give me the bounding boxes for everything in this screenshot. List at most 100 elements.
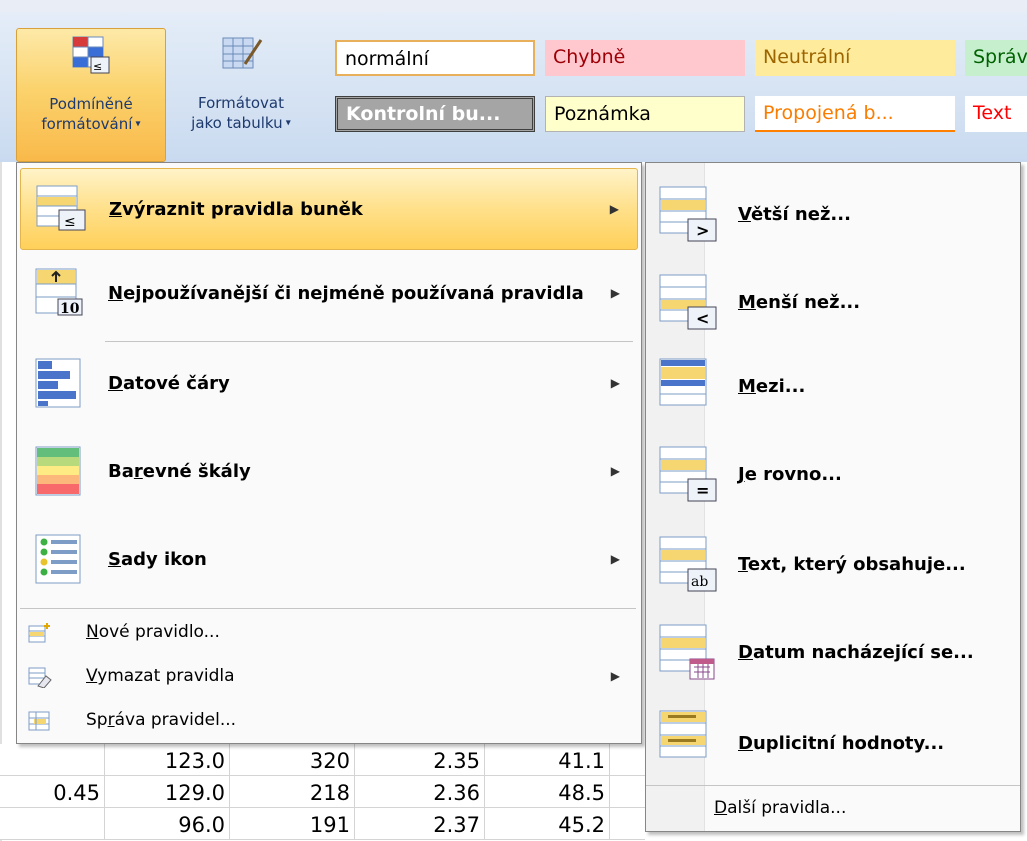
table-cell: 41.1: [485, 744, 610, 775]
menu-separator: [20, 608, 636, 609]
top-bottom-rules-label: Nejpoužívanější či nejméně používaná pra…: [108, 283, 584, 304]
table-cell: 320: [230, 744, 355, 775]
greater-than-icon: >: [659, 186, 717, 242]
menu-item-new-rule[interactable]: Nové pravidlo...: [20, 615, 638, 651]
svg-text:≤: ≤: [64, 214, 76, 230]
submenu-item-text-contains[interactable]: ab Text, který obsahuje...: [646, 521, 1020, 607]
submenu-item-more-rules[interactable]: Další pravidla...: [646, 791, 1020, 827]
highlight-cells-rules-icon: ≤: [36, 185, 86, 231]
submenu-arrow-icon: ▶: [610, 464, 620, 478]
style-note[interactable]: Poznámka: [545, 96, 745, 132]
date-occurring-label: Datum nacházející se...: [738, 642, 974, 663]
style-normal[interactable]: normální: [335, 40, 535, 76]
table-cell: 218: [230, 776, 355, 807]
equal-to-icon: =: [659, 446, 717, 502]
conditional-formatting-label-1: Podmíněné: [49, 95, 133, 113]
svg-text:<: <: [696, 309, 709, 328]
style-linked-cell[interactable]: Propojená b...: [755, 96, 955, 132]
style-good-label: Správ: [973, 46, 1027, 68]
menu-item-top-bottom-rules[interactable]: 10 Nejpoužívanější či nejméně používaná …: [20, 255, 638, 337]
submenu-arrow-icon: ▶: [610, 286, 620, 300]
format-as-table-label-1: Formátovat: [198, 94, 284, 112]
table-cell: [0, 808, 105, 839]
table-cell: 96.0: [105, 808, 230, 839]
highlight-cells-rules-label: Zvýraznit pravidla buněk: [109, 199, 363, 220]
greater-than-label: Větší než...: [738, 204, 851, 225]
table-row: 0.45 129.0 218 2.36 48.5: [0, 776, 645, 808]
style-linked-cell-label: Propojená b...: [763, 102, 894, 124]
calendar-icon: [659, 624, 715, 680]
style-warning-text[interactable]: Text: [965, 96, 1027, 132]
equal-to-label: Je rovno...: [738, 464, 842, 485]
style-good[interactable]: Správ: [965, 40, 1027, 76]
table-cell: 0.45: [0, 776, 105, 807]
menu-item-highlight-cells-rules[interactable]: ≤ Zvýraznit pravidla buněk ▶: [20, 168, 638, 250]
new-rule-icon: [28, 623, 50, 643]
highlight-cells-rules-submenu: > Větší než... < Menší než... Mezi... = …: [645, 162, 1021, 832]
menu-item-data-bars[interactable]: Datové čáry ▶: [20, 345, 638, 427]
format-as-table-icon: [222, 37, 263, 69]
style-bad[interactable]: Chybně: [545, 40, 745, 76]
style-bad-label: Chybně: [553, 46, 626, 68]
svg-text:ab: ab: [691, 574, 708, 590]
svg-text:≤: ≤: [93, 60, 102, 73]
format-as-table-label-2-row: jako tabulku ▾: [167, 113, 315, 134]
data-bars-icon: [35, 358, 81, 408]
between-icon: [659, 358, 707, 406]
dropdown-arrow-icon: ▾: [132, 118, 141, 130]
submenu-item-equal-to[interactable]: = Je rovno...: [646, 431, 1020, 517]
menu-item-icon-sets[interactable]: Sady ikon ▶: [20, 521, 638, 603]
conditional-formatting-button[interactable]: ≤ Podmíněné formátování ▾: [16, 28, 166, 162]
submenu-separator: [646, 785, 1020, 786]
duplicate-values-icon: [659, 710, 707, 758]
icon-sets-icon: [35, 534, 81, 584]
menu-item-clear-rules[interactable]: Vymazat pravidla ▶: [20, 659, 638, 695]
style-warning-text-label: Text: [973, 102, 1012, 124]
ribbon-styles-group: ≤ Podmíněné formátování ▾ Formátovat jak…: [0, 12, 1027, 162]
style-neutral[interactable]: Neutrální: [755, 40, 955, 76]
table-cell: 2.35: [355, 744, 485, 775]
style-check-cell[interactable]: Kontrolní bu...: [335, 96, 535, 132]
duplicate-values-label: Duplicitní hodnoty...: [738, 733, 945, 754]
eraser-icon: [28, 667, 52, 688]
top-bottom-rules-icon: 10: [35, 268, 83, 317]
submenu-item-duplicate-values[interactable]: Duplicitní hodnoty...: [646, 699, 1020, 785]
format-as-table-button[interactable]: Formátovat jako tabulku ▾: [167, 28, 315, 160]
conditional-formatting-menu: ≤ Zvýraznit pravidla buněk ▶ 10 Nejpouží…: [16, 162, 642, 744]
menu-item-manage-rules[interactable]: Správa pravidel...: [20, 703, 638, 739]
new-rule-label: Nové pravidlo...: [86, 622, 220, 642]
manage-rules-label: Správa pravidel...: [86, 710, 237, 730]
table-cell: 123.0: [105, 744, 230, 775]
table-cell: 45.2: [485, 808, 610, 839]
submenu-item-date-occurring[interactable]: Datum nacházející se...: [646, 609, 1020, 695]
table-cell: 129.0: [105, 776, 230, 807]
submenu-arrow-icon: ▶: [610, 552, 620, 566]
icon-sets-label: Sady ikon: [108, 549, 207, 570]
svg-text:10: 10: [60, 301, 80, 317]
submenu-arrow-icon: ▶: [609, 202, 619, 216]
table-cell: 2.37: [355, 808, 485, 839]
submenu-item-between[interactable]: Mezi...: [646, 343, 1020, 429]
style-note-label: Poznámka: [554, 103, 651, 125]
between-label: Mezi...: [738, 376, 806, 397]
text-contains-label: Text, který obsahuje...: [738, 554, 966, 575]
table-row: 96.0 191 2.37 45.2: [0, 808, 645, 840]
menu-item-color-scales[interactable]: Barevné škály ▶: [20, 433, 638, 515]
submenu-item-less-than[interactable]: < Menší než...: [646, 259, 1020, 345]
submenu-arrow-icon: ▶: [610, 669, 620, 683]
color-scales-label: Barevné škály: [108, 461, 251, 482]
format-as-table-label-2: jako tabulku: [191, 114, 283, 132]
conditional-formatting-label-2-row: formátování ▾: [17, 114, 165, 135]
menu-separator: [105, 341, 633, 342]
text-contains-icon: ab: [659, 536, 717, 592]
more-rules-label: Další pravidla...: [714, 798, 847, 818]
submenu-item-greater-than[interactable]: > Větší než...: [646, 171, 1020, 257]
svg-text:=: =: [696, 481, 709, 500]
clear-rules-label: Vymazat pravidla: [86, 666, 235, 686]
style-normal-label: normální: [345, 48, 429, 70]
dropdown-arrow-icon: ▾: [282, 117, 291, 129]
sheet-vertical-line: [0, 162, 2, 841]
table-row: 123.0 320 2.35 41.1: [0, 744, 645, 776]
manage-rules-icon: [28, 711, 50, 731]
conditional-formatting-label-2: formátování: [41, 115, 133, 133]
